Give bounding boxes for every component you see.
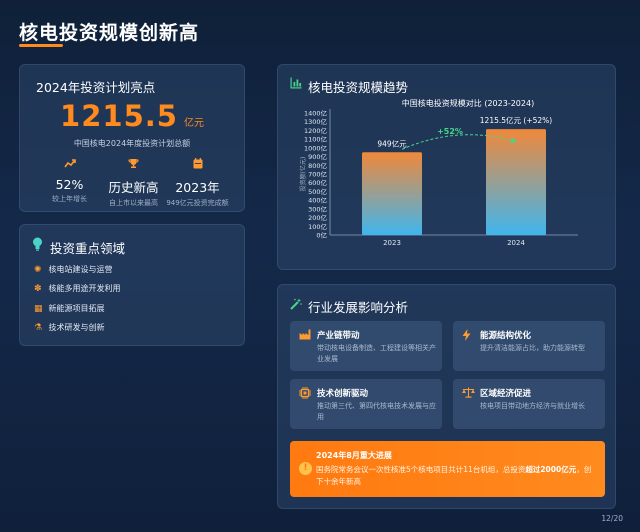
y-tick-label: 1000亿 [304,143,328,152]
impact-box-tech-innovation: 技术创新驱动 推动第三代、第四代核电技术发展与应用 [290,379,442,429]
focus-item-label: 技术研发与创新 [48,323,105,332]
impact-box-title: 技术创新驱动 [317,389,369,399]
highlight-desc-bold: 超过2000亿元 [525,465,577,474]
total-investment-value: 1215.5 [60,99,178,133]
y-tick-label: 700亿 [308,170,327,179]
investment-bar-chart: 中国核电投资规模对比 (2023-2024) 0亿100亿200亿300亿400亿… [299,98,578,247]
total-investment: 1215.5 亿元 [20,99,244,133]
y-tick-label: 100亿 [308,222,327,231]
y-tick-label: 800亿 [308,161,327,170]
y-tick-label: 0亿 [316,231,327,240]
highlight-desc-prefix: 国务院常务会议一次性核准5个核电项目共计11台机组，总投资 [316,465,526,474]
info-icon: ! [299,462,312,475]
y-tick-label: 1100亿 [304,135,328,144]
page-number: 12/20 [601,514,623,523]
impact-box-title: 产业链带动 [317,331,360,341]
highlight-desc: 国务院常务会议一次性核准5个核电项目共计11台机组，总投资超过2000亿元，创下… [316,464,596,488]
total-investment-unit: 亿元 [183,118,204,129]
y-tick-label: 600亿 [308,178,327,187]
data-label: 1215.5亿元 (+52%) [480,115,553,125]
impact-box-industry-chain: 产业链带动 带动核电设备制造、工程建设等相关产业发展 [290,321,442,371]
impact-box-energy-structure: 能源结构优化 提升清洁能源占比，助力能源转型 [453,321,605,371]
magic-wand-icon [290,298,302,313]
title-underline [19,44,63,47]
impact-box-title: 能源结构优化 [480,331,532,341]
impact-box-desc: 带动核电设备制造、工程建设等相关产业发展 [317,344,436,363]
y-axis-label: 投资额(亿元) [299,157,307,192]
focus-card-heading: 投资重点领域 [50,241,126,256]
focus-item: ⚗ 技术研发与创新 [34,322,105,333]
atom-icon: ✽ [34,284,42,294]
y-tick-label: 400亿 [308,196,327,205]
impact-box-desc: 提升清洁能源占比，助力能源转型 [480,344,585,352]
impact-box-desc: 推动第三代、第四代核电技术发展与应用 [317,402,436,421]
y-tick-label: 300亿 [308,204,327,213]
plan-card-heading: 2024年投资计划亮点 [36,80,156,95]
total-investment-caption: 中国核电2024年度投资计划总额 [73,139,191,148]
stat-2023: 2023年 949亿元投资完成额 [160,158,235,208]
impact-card-heading: 行业发展影响分析 [308,300,409,315]
impact-box-desc: 核电项目带动地方经济与就业增长 [480,402,585,410]
milestone-highlight: ! 2024年8月重大进展 国务院常务会议一次性核准5个核电项目共计11台机组，… [290,441,605,497]
x-tick-label: 2023 [383,239,401,247]
factory-icon [299,329,311,343]
chip-icon [299,387,311,402]
y-tick-label: 1400亿 [304,109,328,118]
focus-item: ✺ 核电站建设与运营 [34,264,113,275]
focus-item: ▦ 新能源项目拓展 [34,303,105,314]
bar-2024 [486,129,546,235]
x-tick-label: 2024 [507,239,525,247]
y-tick-label: 200亿 [308,213,327,222]
solar-panel-icon: ▦ [34,304,43,314]
plan-highlights-card: 2024年投资计划亮点 1215.5 亿元 中国核电2024年度投资计划总额 52… [19,64,245,212]
impact-box-regional-economy: 区域经济促进 核电项目带动地方经济与就业增长 [453,379,605,429]
y-tick-label: 500亿 [308,187,327,196]
y-tick-label: 1300亿 [304,117,328,126]
focus-item-label: 核电站建设与运营 [48,265,113,274]
focus-item-label: 新能源项目拓展 [48,304,105,313]
growth-annotation: +52% [437,127,463,136]
impact-analysis-card: 行业发展影响分析 产业链带动 带动核电设备制造、工程建设等相关产业发展 能源结构… [277,284,616,509]
y-tick-label: 1200亿 [304,126,328,135]
bolt-icon [462,329,471,344]
bar-2023 [362,152,422,235]
lightbulb-icon [32,237,43,254]
data-label: 949亿元 [377,138,407,148]
focus-areas-card: 投资重点领域 ✺ 核电站建设与运营 ✽ 核能多用途开发利用 ▦ 新能源项目拓展 … [19,224,245,346]
focus-item-label: 核能多用途开发利用 [48,284,121,293]
y-tick-label: 900亿 [308,152,327,161]
stat-label: 949亿元投资完成额 [166,199,229,207]
page-title: 核电投资规模创新高 [19,22,200,44]
flask-icon: ⚗ [34,323,43,333]
highlight-title: 2024年8月重大进展 [316,451,392,460]
trend-chart-card: 核电投资规模趋势 中国核电投资规模对比 (2023-2024) 0亿 100亿 200… [277,64,616,270]
calendar-icon [160,158,235,172]
chart-title: 中国核电投资规模对比 (2023-2024) [402,98,534,108]
impact-box-title: 区域经济促进 [480,389,532,399]
gear-icon: ✺ [34,265,42,275]
stat-value: 2023年 [175,180,220,195]
focus-item: ✽ 核能多用途开发利用 [34,283,121,294]
scale-icon [462,387,475,401]
